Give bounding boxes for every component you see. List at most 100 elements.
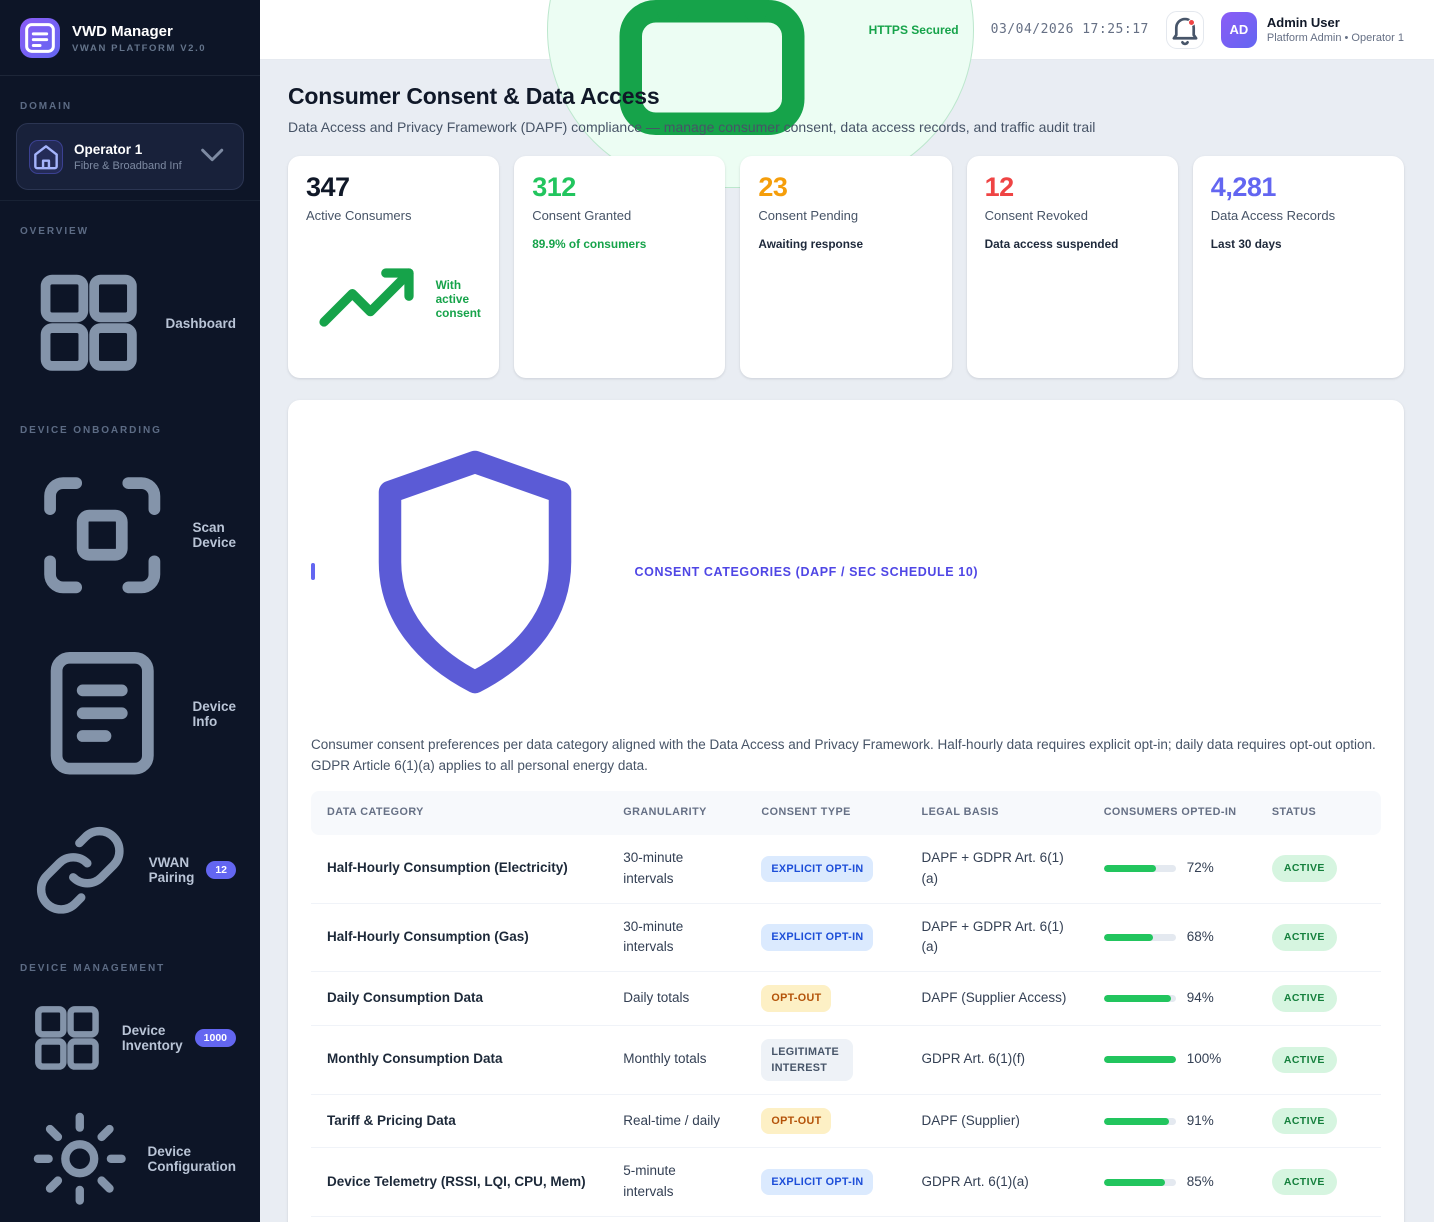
progress-track [1104,1118,1176,1125]
consent-type-cell: EXPLICIT OPT-IN [745,1148,905,1217]
data-category-cell: Daily Consumption Data [311,972,607,1025]
opt-in-progress: 68% [1104,927,1240,948]
legal-basis-cell: DAPF (Supplier Access) [906,972,1088,1025]
sidebar-item-label: Device Inventory [122,1023,183,1053]
stat-note: Awaiting response [758,237,933,251]
stat-value: 347 [306,172,481,203]
opt-in-progress: 94% [1104,988,1240,1009]
consent-type-pill: LEGITIMATE INTEREST [761,1039,853,1081]
granularity-cell: 5-minute intervals [607,1148,745,1217]
stat-value: 312 [532,172,707,203]
domain-selector[interactable]: Operator 1 Fibre & Broadband Inf [16,123,244,190]
table-header-row: DATA CATEGORYGRANULARITYCONSENT TYPELEGA… [311,791,1381,834]
consent-type-pill: OPT-OUT [761,985,831,1011]
stat-card: 4,281 Data Access Records Last 30 days [1193,156,1404,378]
opted-in-cell: 68% [1088,904,1256,973]
stat-label: Data Access Records [1211,208,1386,223]
table-row: Tariff & Pricing Data Real-time / daily … [311,1095,1381,1148]
legal-basis-cell: DAPF + GDPR Art. 6(1)(a) [906,904,1088,973]
progress-fill [1104,1056,1176,1063]
data-category-cell: Device Telemetry (RSSI, LQI, CPU, Mem) [311,1148,607,1217]
legal-basis-cell: DAPF + GDPR Art. 6(1)(a) [906,835,1088,904]
app-version: VWAN PLATFORM V2.0 [72,43,206,54]
column-header-legal-basis: LEGAL BASIS [906,791,1088,834]
opt-in-percent: 85% [1187,1172,1214,1193]
consent-type-pill: EXPLICIT OPT-IN [761,924,873,950]
home-icon [29,140,63,174]
table-row: Monthly Consumption Data Monthly totals … [311,1026,1381,1095]
status-cell: ACTIVE [1256,835,1381,904]
status-badge: ACTIVE [1272,924,1337,950]
consent-type-pill: EXPLICIT OPT-IN [761,1169,873,1195]
stat-cards: 347 Active Consumers With active consent… [288,156,1404,378]
user-menu[interactable]: AD Admin User Platform Admin • Operator … [1221,12,1404,48]
table-row: Device Telemetry (RSSI, LQI, CPU, Mem) 5… [311,1148,1381,1217]
progress-track [1104,934,1176,941]
data-category-cell: Half-Hourly Consumption (Gas) [311,904,607,973]
stat-note: Data access suspended [985,237,1160,251]
consent-type-pill: EXPLICIT OPT-IN [761,856,873,882]
table-row: Half-Hourly Consumption (Electricity) 30… [311,835,1381,904]
legal-basis-cell: GDPR Art. 6(1)(f) [906,1026,1088,1095]
notification-dot [1188,19,1195,26]
sidebar-item-dashboard[interactable]: Dashboard [12,248,248,397]
nav-section-label-device-onboarding: DEVICE ONBOARDING [0,400,260,445]
status-cell: ACTIVE [1256,1095,1381,1148]
app-logo-icon [20,18,60,58]
sidebar-item-device-configuration[interactable]: Device Configuration [12,1093,248,1222]
opt-in-percent: 94% [1187,988,1214,1009]
data-category-cell: Half-Hourly Consumption (Electricity) [311,835,607,904]
stat-label: Active Consumers [306,208,481,223]
app-logo: VWD Manager VWAN PLATFORM V2.0 [0,0,260,76]
bell-icon [1167,12,1203,48]
domain-section-label: DOMAIN [0,76,260,121]
stat-card: 347 Active Consumers With active consent [288,156,499,378]
opted-in-cell: 72% [1088,835,1256,904]
opted-in-cell: 91% [1088,1095,1256,1148]
opt-in-progress: 100% [1104,1049,1240,1070]
sidebar-item-vwan-pairing[interactable]: VWAN Pairing 12 [12,804,248,937]
domain-subtitle: Fibre & Broadband Inf [74,160,182,172]
opted-in-cell: 85% [1088,1148,1256,1217]
trend-up-icon [306,237,430,361]
status-badge: ACTIVE [1272,855,1337,881]
notifications-button[interactable] [1166,11,1204,49]
column-header-consumers-opted-in: CONSUMERS OPTED-IN [1088,791,1256,834]
sidebar-item-label: Device Configuration [148,1144,236,1174]
progress-track [1104,1179,1176,1186]
legal-basis-cell: GDPR Art. 6(1)(a) [906,1148,1088,1217]
grid-icon [24,995,110,1081]
granularity-cell: Daily totals [607,972,745,1025]
opt-in-progress: 72% [1104,858,1240,879]
stat-value: 12 [985,172,1160,203]
consent-type-cell: LEGITIMATE INTEREST [745,1026,905,1095]
stat-note: Last 30 days [1211,237,1386,251]
sidebar-item-scan-device[interactable]: Scan Device [12,447,248,623]
sidebar-item-label: Dashboard [165,316,236,331]
sidebar-item-device-inventory[interactable]: Device Inventory 1000 [12,985,248,1091]
user-name: Admin User [1267,15,1404,30]
status-cell: ACTIVE [1256,904,1381,973]
column-header-status: STATUS [1256,791,1381,834]
app-name: VWD Manager [72,23,206,40]
opt-in-percent: 91% [1187,1111,1214,1132]
opt-in-percent: 100% [1187,1049,1222,1070]
legal-basis-cell: DAPF (Supplier) [906,1095,1088,1148]
status-badge: ACTIVE [1272,985,1337,1011]
progress-track [1104,995,1176,1002]
progress-fill [1104,995,1172,1002]
column-header-data-category: DATA CATEGORY [311,791,607,834]
dashboard-icon [24,258,153,387]
opted-in-cell: 94% [1088,972,1256,1025]
gear-icon [24,1103,136,1215]
opt-in-percent: 68% [1187,927,1214,948]
link-icon [24,814,137,927]
granularity-cell: Monthly totals [607,1026,745,1095]
consent-type-pill: OPT-OUT [761,1108,831,1134]
sidebar-item-device-info[interactable]: Device Info [12,625,248,801]
opted-in-cell: 100% [1088,1026,1256,1095]
data-category-cell: Tariff & Pricing Data [311,1095,607,1148]
consent-type-cell: OPT-OUT [745,1095,905,1148]
stat-card: 312 Consent Granted 89.9% of consumers [514,156,725,378]
user-role: Platform Admin • Operator 1 [1267,32,1404,44]
